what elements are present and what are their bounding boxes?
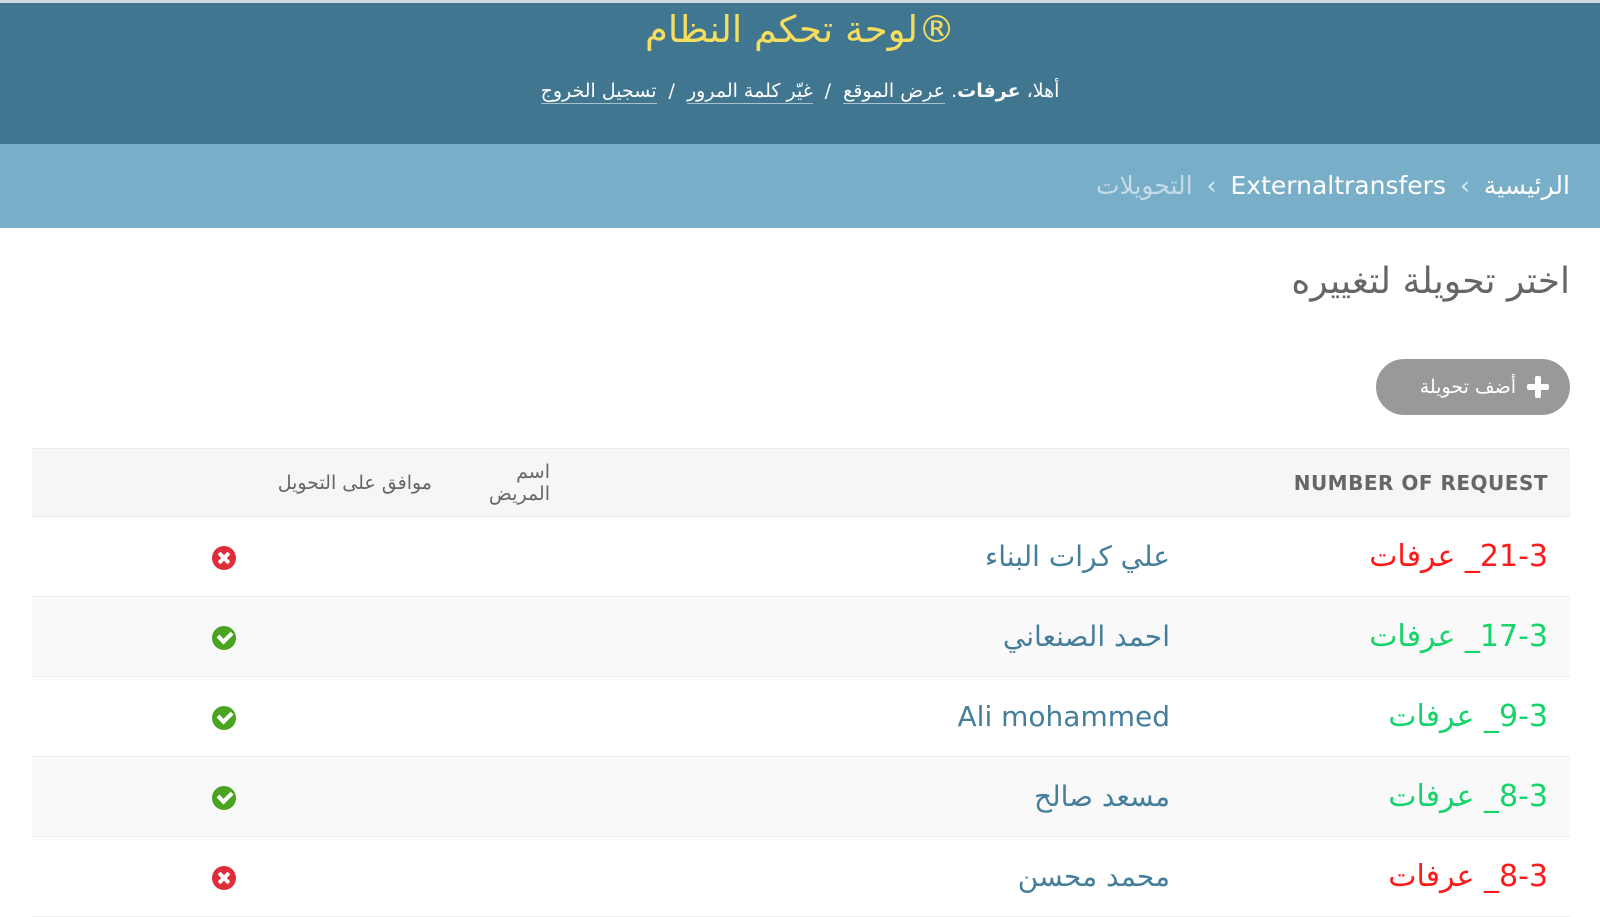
approved-cell (32, 676, 432, 757)
request-number-link[interactable]: 17-3_ عرفات (1170, 596, 1570, 677)
approved-cell (32, 516, 432, 597)
patient-name: احمد الصنعاني (1002, 620, 1170, 653)
patient-name-cell: احمد الصنعاني (432, 596, 1170, 677)
patient-name-cell: Ali mohammed (432, 676, 1170, 757)
request-number-link[interactable]: 8-3_ عرفات (1170, 836, 1570, 917)
breadcrumb-app[interactable]: Externaltransfers (1231, 171, 1446, 200)
check-circle-icon (212, 786, 236, 810)
user-tools-separator: / (824, 80, 832, 102)
header: لوحة تحكم النظام® أهلا، عرفات. عرض الموق… (0, 0, 1600, 144)
patient-name-cell: محمد محسن (432, 836, 1170, 917)
x-circle-icon (212, 866, 236, 890)
breadcrumb-separator: › (1459, 171, 1470, 200)
table-body: 21-3_ عرفات علي كرات البناء 17-3_ عرفات احم… (32, 516, 1570, 917)
add-transfer-button[interactable]: أضف تحويلة (1376, 359, 1570, 415)
user-tools-separator: / (668, 80, 675, 102)
table-row: 21-3_ عرفات علي كرات البناء (32, 516, 1570, 597)
request-number-link[interactable]: 9-3_ عرفات (1170, 676, 1570, 757)
x-circle-icon (212, 546, 236, 570)
add-transfer-label: أضف تحويلة (1419, 376, 1516, 398)
results-table: NUMBER OF REQUEST اسم المريض موافق على ا… (32, 448, 1570, 917)
column-header-approved[interactable]: موافق على التحويل (32, 448, 432, 517)
request-number-link[interactable]: 21-3_ عرفات (1170, 516, 1570, 597)
patient-name: محمد محسن (1017, 860, 1170, 893)
username: عرفات (957, 80, 1021, 102)
table-row: 8-3_ عرفات محمد محسن (32, 836, 1570, 917)
breadcrumb-current: التحويلات (1096, 171, 1193, 200)
plus-icon (1526, 375, 1550, 399)
view-site-link[interactable]: عرض الموقع (843, 80, 946, 104)
site-title[interactable]: لوحة تحكم النظام® (0, 7, 1600, 53)
approved-cell (32, 596, 432, 677)
table-row: 17-3_ عرفات احمد الصنعاني (32, 596, 1570, 677)
patient-name: Ali mohammed (957, 700, 1170, 733)
page-title: اختر تحويلة لتغييره (1291, 261, 1570, 302)
table-row: 8-3_ عرفات مسعد صالح (32, 756, 1570, 837)
breadcrumb-home[interactable]: الرئيسية (1484, 171, 1570, 200)
patient-name: علي كرات البناء (985, 540, 1170, 573)
table-header-row: NUMBER OF REQUEST اسم المريض موافق على ا… (32, 448, 1570, 517)
welcome-text: أهلا، (1020, 80, 1060, 102)
column-header-number[interactable]: NUMBER OF REQUEST (1170, 448, 1570, 517)
breadcrumb-separator: › (1206, 171, 1217, 200)
patient-name-cell: مسعد صالح (432, 756, 1170, 837)
change-password-link[interactable]: غيّر كلمة المرور (687, 80, 813, 104)
check-circle-icon (212, 706, 236, 730)
patient-name: مسعد صالح (1034, 780, 1170, 813)
logout-link[interactable]: تسجيل الخروج (540, 80, 657, 104)
breadcrumb: الرئيسية › Externaltransfers › التحويلات (0, 144, 1600, 228)
check-circle-icon (212, 626, 236, 650)
patient-name-cell: علي كرات البناء (432, 516, 1170, 597)
approved-cell (32, 836, 432, 917)
user-tools: أهلا، عرفات. عرض الموقع / غيّر كلمة المر… (0, 77, 1600, 105)
request-number-link[interactable]: 8-3_ عرفات (1170, 756, 1570, 837)
approved-cell (32, 756, 432, 837)
table-row: 9-3_ عرفات Ali mohammed (32, 676, 1570, 757)
column-header-patient[interactable]: اسم المريض (432, 448, 1170, 517)
